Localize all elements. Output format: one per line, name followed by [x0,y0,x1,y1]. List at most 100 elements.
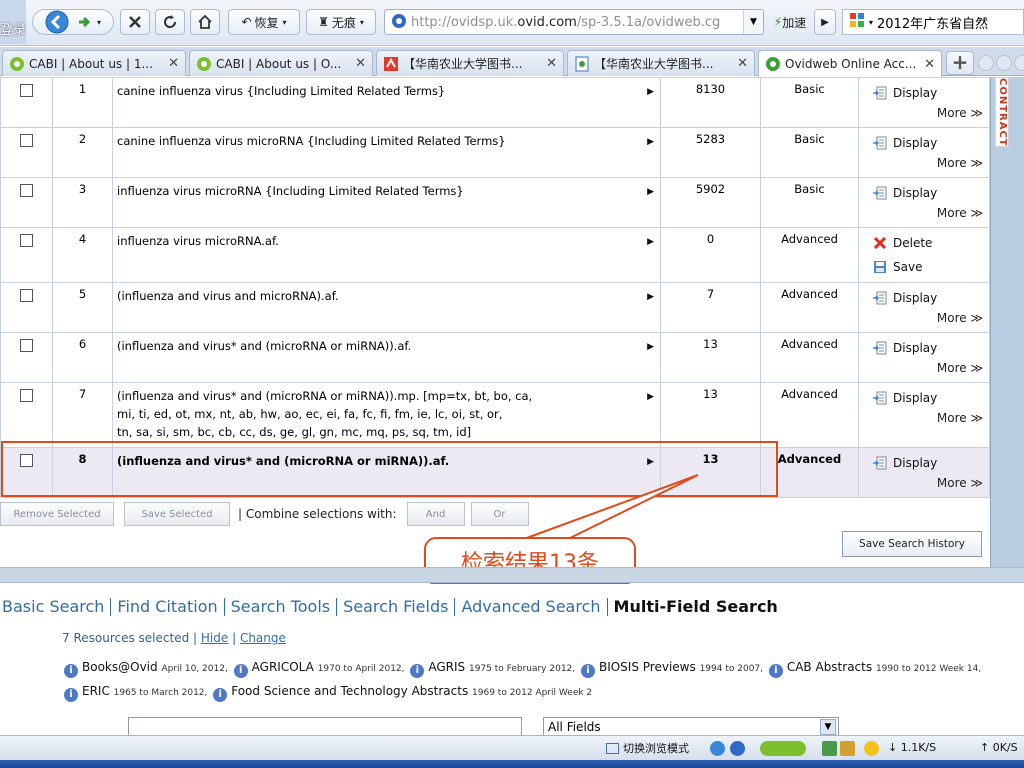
stop-button[interactable] [120,9,150,35]
delete-action[interactable]: Delete [873,234,983,252]
expand-arrow-icon[interactable]: ▶ [647,133,654,151]
more-link[interactable]: More ≫ [873,106,983,120]
tab-library-1[interactable]: 【华南农业大学图书... ✕ [376,50,564,76]
more-link[interactable]: More ≫ [873,156,983,170]
contract-label[interactable]: CONTRACT [995,77,1009,147]
save-action[interactable]: Save [873,258,983,276]
tab-scroll-right-icon[interactable] [996,55,1012,71]
row-result-count: 5902 [660,177,761,228]
tab-cabi-1[interactable]: CABI | About us | 1... ✕ [2,50,186,76]
row-actions: Display More ≫ [858,77,990,128]
tab-search-fields[interactable]: Search Fields [336,598,454,616]
toggle-icon[interactable] [760,741,806,756]
row-checkbox[interactable] [20,339,33,352]
expand-arrow-icon[interactable]: ▶ [647,388,654,406]
new-tab-button[interactable]: + [946,51,974,75]
display-action[interactable]: Display [873,339,983,357]
row-checkbox[interactable] [20,84,33,97]
extension-icon[interactable] [840,741,855,756]
accelerate-button[interactable]: ⚡ 加速 [768,9,812,35]
info-icon[interactable]: i [233,664,248,678]
expand-arrow-icon[interactable]: ▶ [647,338,654,356]
tab-library-2[interactable]: 【华南农业大学图书... ✕ [567,50,755,76]
contract-bar[interactable]: CONTRACT [990,77,1024,567]
row-checkbox[interactable] [20,184,33,197]
chevron-down-icon[interactable]: ▼ [820,719,836,735]
row-checkbox[interactable] [20,289,33,302]
info-icon[interactable]: i [768,664,783,678]
more-link[interactable]: More ≫ [873,361,983,375]
tool-icon[interactable] [822,741,837,756]
go-button[interactable]: ▶ [814,9,836,35]
field-select[interactable]: All Fields ▼ [543,717,839,735]
incognito-button[interactable]: ♜ 无痕 ▾ [306,9,376,35]
hide-link[interactable]: Hide [201,631,228,645]
combine-or-button[interactable]: Or [470,502,529,526]
tab-ovidweb[interactable]: Ovidweb Online Acc... ✕ [758,50,942,77]
url-dropdown-icon[interactable]: ▼ [743,10,763,34]
display-action[interactable]: Display [873,289,983,307]
more-link[interactable]: More ≫ [873,206,983,220]
row-checkbox[interactable] [20,389,33,402]
more-link[interactable]: More ≫ [873,476,983,490]
remove-selected-button[interactable]: Remove Selected [0,502,114,526]
network-icon[interactable] [864,741,879,756]
back-icon[interactable] [45,10,69,34]
tab-multi-field-search[interactable]: Multi-Field Search [606,598,784,616]
row-checkbox[interactable] [20,454,33,467]
database-range: 1969 to 2012 April Week 2 [472,688,593,698]
tab-search-tools[interactable]: Search Tools [223,598,336,616]
info-icon[interactable]: i [64,664,78,678]
save-selected-button[interactable]: Save Selected [124,502,230,526]
close-icon[interactable]: ✕ [546,56,557,71]
combine-and-button[interactable]: And [406,502,465,526]
cabi-icon [9,56,25,72]
home-button[interactable] [190,9,220,35]
row-query: canine influenza virus microRNA {Includi… [112,127,661,178]
switch-mode-button[interactable]: 切换浏览模式 [606,740,689,756]
tab-list-icon[interactable] [1014,55,1024,71]
history-dropdown-icon[interactable]: ▾ [97,18,101,27]
display-action[interactable]: Display [873,184,983,202]
row-select-cell [0,382,53,448]
login-badge[interactable]: 登录 [0,0,26,44]
row-checkbox[interactable] [20,134,33,147]
display-action[interactable]: Display [873,389,983,407]
refresh-button[interactable] [155,9,185,35]
expand-arrow-icon[interactable]: ▶ [647,288,654,306]
forward-icon[interactable] [75,13,93,31]
info-icon[interactable]: i [64,688,78,702]
display-action[interactable]: Display [873,454,983,472]
tab-find-citation[interactable]: Find Citation [110,598,223,616]
panel-separator [0,567,1024,583]
tab-cabi-2[interactable]: CABI | About us | O... ✕ [189,50,373,76]
tab-advanced-search[interactable]: Advanced Search [454,598,606,616]
download-icon[interactable] [730,741,745,756]
expand-arrow-icon[interactable]: ▶ [647,453,654,471]
more-link[interactable]: More ≫ [873,311,983,325]
display-action[interactable]: Display [873,84,983,102]
change-link[interactable]: Change [240,631,286,645]
search-input[interactable] [128,717,522,735]
close-icon[interactable]: ✕ [168,56,179,71]
close-icon[interactable]: ✕ [737,56,748,71]
tab-basic-search[interactable]: Basic Search [2,598,110,616]
row-checkbox[interactable] [20,234,33,247]
more-link[interactable]: More ≫ [873,411,983,425]
expand-arrow-icon[interactable]: ▶ [647,183,654,201]
ie-icon[interactable] [710,741,725,756]
expand-arrow-icon[interactable]: ▶ [647,233,654,251]
info-icon[interactable]: i [410,664,425,678]
tab-scroll-left-icon[interactable] [978,55,994,71]
info-icon[interactable]: i [213,688,228,702]
expand-arrow-icon[interactable]: ▶ [647,83,654,101]
restore-label: 恢复 [254,15,279,30]
info-icon[interactable]: i [580,664,595,678]
display-action[interactable]: Display [873,134,983,152]
save-search-history-button[interactable]: Save Search History [842,531,982,557]
close-icon[interactable]: ✕ [355,56,366,71]
address-bar[interactable]: http://ovidsp.uk.ovid.com/sp-3.5.1a/ovid… [384,9,764,35]
close-icon[interactable]: ✕ [924,57,935,72]
search-engine-box[interactable]: ▾ 2012年广东省自然 [842,9,1024,35]
restore-button[interactable]: ↶ 恢复 ▾ [228,9,300,35]
